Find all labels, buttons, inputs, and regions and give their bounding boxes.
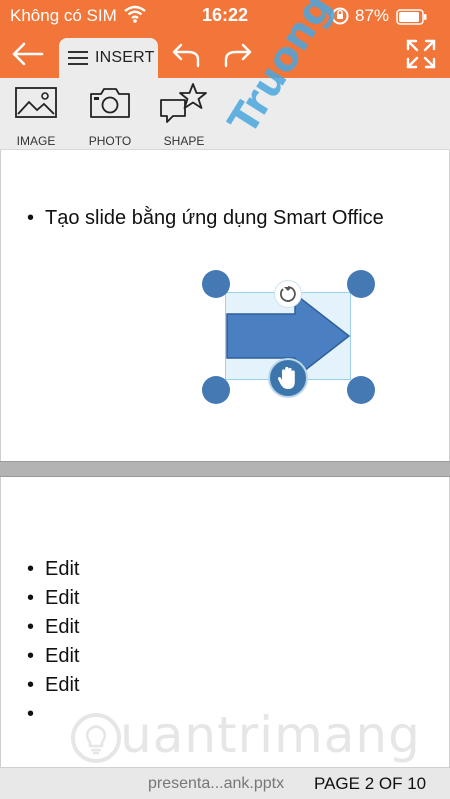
fullscreen-icon[interactable] [405, 38, 437, 75]
slide-bullet[interactable]: • Edit [27, 558, 79, 581]
insert-image-label: IMAGE [16, 134, 56, 148]
slide-bullet-empty[interactable]: • [27, 703, 45, 726]
slide-separator [0, 461, 450, 477]
move-handle[interactable] [268, 358, 308, 398]
status-footer: presenta...ank.pptx PAGE 2 OF 10 [0, 767, 450, 799]
undo-icon[interactable] [168, 42, 202, 75]
tab-insert[interactable]: INSERT [59, 38, 158, 78]
file-name: presenta...ank.pptx [148, 775, 285, 792]
slide-bullet-text: Edit [45, 674, 80, 696]
rotate-icon [280, 286, 296, 302]
resize-handle-bottom-left[interactable] [202, 376, 230, 404]
lightbulb-watermark-icon [71, 713, 121, 763]
slide-bullet-text: Edit [45, 616, 80, 638]
slide-1[interactable]: • Tạo slide bằng ứng dụng Smart Office [0, 150, 450, 461]
battery-icon [396, 9, 428, 30]
shape-icon [160, 83, 207, 123]
insert-image-button[interactable]: IMAGE [1, 82, 71, 148]
slide-bullet[interactable]: • Edit [27, 616, 79, 639]
tab-insert-label: INSERT [95, 49, 155, 66]
resize-handle-top-right[interactable] [347, 270, 375, 298]
image-icon [15, 87, 57, 118]
arrow-left-icon[interactable] [8, 36, 48, 72]
rotate-handle[interactable] [274, 280, 302, 308]
insert-shape-button[interactable]: SHAPE [149, 82, 219, 148]
camera-icon [90, 88, 130, 118]
slide-bullet[interactable]: • Edit [27, 674, 79, 697]
insert-photo-button[interactable]: PHOTO [75, 82, 145, 148]
insert-photo-label: PHOTO [88, 134, 132, 148]
resize-handle-bottom-right[interactable] [347, 376, 375, 404]
slide-bullet[interactable]: • Tạo slide bằng ứng dụng Smart Office [27, 207, 384, 230]
slide-bullet[interactable]: • Edit [27, 645, 79, 668]
hamburger-menu-icon [68, 50, 90, 71]
slide-bullet-text: Edit [45, 645, 80, 667]
slide-bullet[interactable]: • Edit [27, 587, 79, 610]
slide-bullet-text: Tạo slide bằng ứng dụng Smart Office [45, 207, 384, 229]
slide-bullet-text: Edit [45, 587, 80, 609]
slide-bullet-text: Edit [45, 558, 80, 580]
app-toolbar: INSERT [0, 32, 450, 78]
hand-icon [277, 366, 295, 389]
battery-percent: 87% [355, 6, 390, 25]
page-indicator: PAGE 2 OF 10 [314, 774, 427, 793]
insert-shape-label: SHAPE [163, 134, 205, 148]
resize-handle-top-left[interactable] [202, 270, 230, 298]
watermark-bottom: uantrimang [120, 706, 421, 764]
status-bar: Không có SIM 16:22 87% [0, 0, 450, 32]
